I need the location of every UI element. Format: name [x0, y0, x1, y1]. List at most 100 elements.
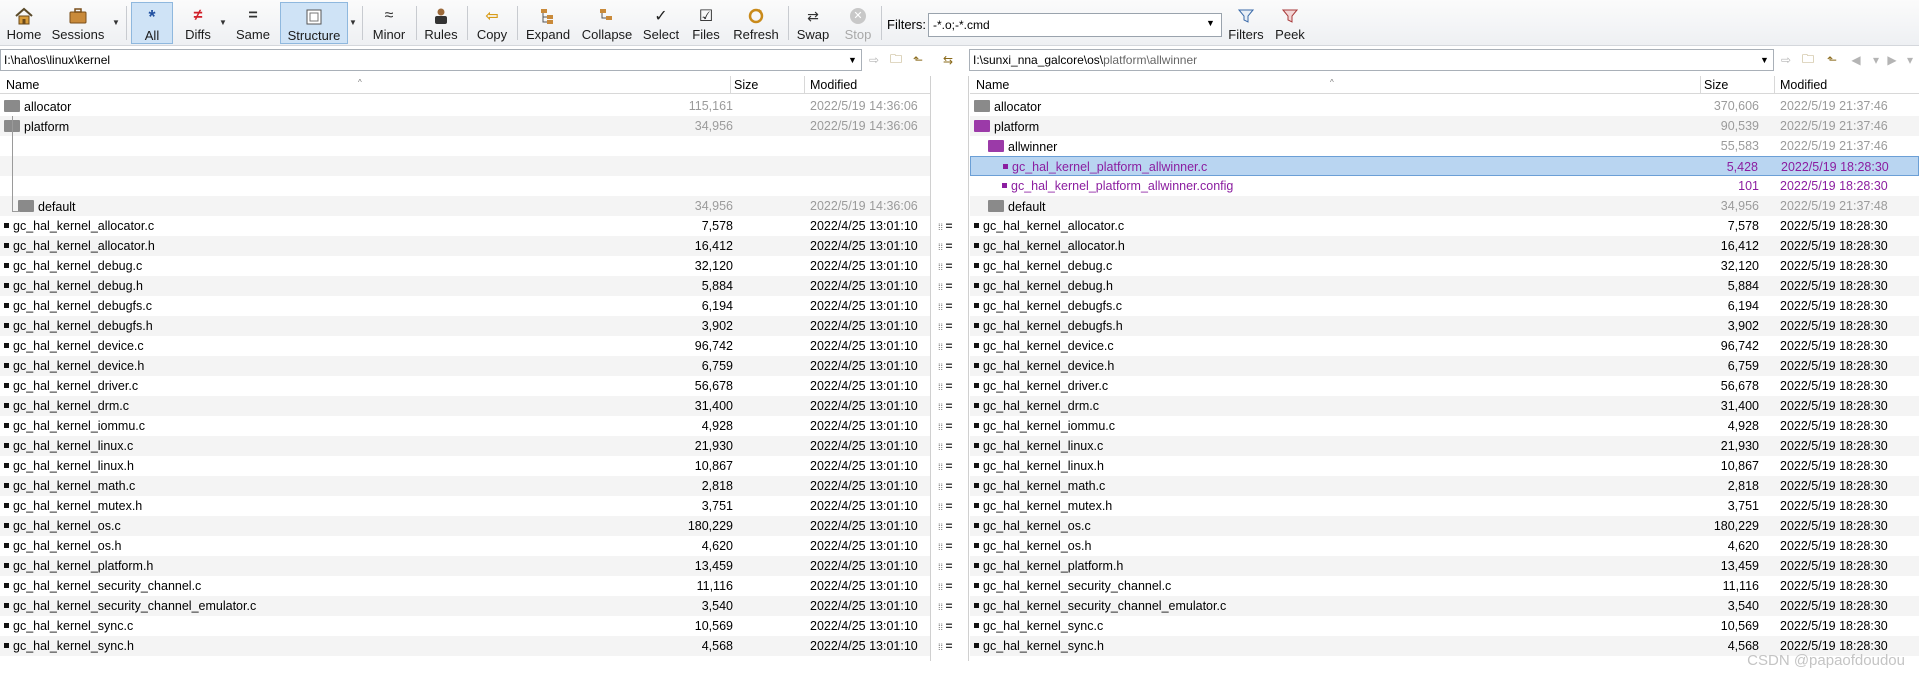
file-row[interactable]: gc_hal_kernel_debug.c 32,120 2022/4/25 13:… [0, 256, 930, 276]
filter-input[interactable] [928, 13, 1222, 37]
file-row[interactable]: gc_hal_kernel_os.c 180,229 2022/4/25 13:01… [0, 516, 930, 536]
file-row[interactable]: gc_hal_kernel_device.c 96,742 2022/5/19 18… [970, 336, 1919, 356]
file-row[interactable]: gc_hal_kernel_platform_allwinner.c 5,428 2… [970, 156, 1919, 176]
file-row[interactable]: gc_hal_kernel_device.h 6,759 2022/4/25 13:… [0, 356, 930, 376]
filter-dropdown-icon[interactable]: ▼ [1206, 18, 1215, 28]
file-row[interactable]: gc_hal_kernel_math.c 2,818 2022/5/19 18:28… [970, 476, 1919, 496]
left-browse-folder-icon[interactable]: 🗀 [886, 50, 906, 70]
select-button[interactable]: ✓ Select [640, 2, 682, 44]
expand-button[interactable]: Expand [522, 2, 574, 44]
same-marker-icon[interactable]: ⁞⁞ = [938, 579, 953, 593]
file-row[interactable]: gc_hal_kernel_mutex.h 3,751 2022/4/25 13:0… [0, 496, 930, 516]
same-button[interactable]: = Same [232, 2, 274, 44]
file-row[interactable]: gc_hal_kernel_debug.h 5,884 2022/5/19 18:2… [970, 276, 1919, 296]
minor-button[interactable]: ≈ Minor [367, 2, 411, 44]
file-row[interactable]: gc_hal_kernel_os.h 4,620 2022/5/19 18:28:3… [970, 536, 1919, 556]
left-header-name[interactable]: Name [6, 78, 39, 92]
same-marker-icon[interactable]: ⁞⁞ = [938, 619, 953, 633]
same-marker-icon[interactable]: ⁞⁞ = [938, 219, 953, 233]
file-row[interactable]: gc_hal_kernel_linux.c 21,930 2022/5/19 18:… [970, 436, 1919, 456]
file-row[interactable]: gc_hal_kernel_iommu.c 4,928 2022/5/19 18:2… [970, 416, 1919, 436]
diffs-button[interactable]: ≠ Diffs [178, 2, 218, 44]
folder-row[interactable]: allwinner 55,583 2022/5/19 21:37:46 [970, 136, 1919, 156]
file-row[interactable]: gc_hal_kernel_debug.c 32,120 2022/5/19 18:… [970, 256, 1919, 276]
file-row[interactable]: gc_hal_kernel_drm.c 31,400 2022/4/25 13:01… [0, 396, 930, 416]
stop-button[interactable]: ✕ Stop [838, 2, 878, 44]
same-marker-icon[interactable]: ⁞⁞ = [938, 519, 953, 533]
folder-row[interactable]: default 34,956 2022/5/19 21:37:48 [970, 196, 1919, 216]
same-marker-icon[interactable]: ⁞⁞ = [938, 419, 953, 433]
copy-button[interactable]: ⇦ Copy [472, 2, 512, 44]
same-marker-icon[interactable]: ⁞⁞ = [938, 399, 953, 413]
rules-button[interactable]: Rules [420, 2, 462, 44]
file-row[interactable]: gc_hal_kernel_debugfs.c 6,194 2022/4/25 13… [0, 296, 930, 316]
same-marker-icon[interactable]: ⁞⁞ = [938, 599, 953, 613]
same-marker-icon[interactable]: ⁞⁞ = [938, 639, 953, 653]
right-path-dropdown-icon[interactable]: ▼ [1760, 55, 1769, 65]
folder-row[interactable]: default 34,956 2022/5/19 14:36:06 [0, 196, 930, 216]
filters-button[interactable]: Filters [1226, 2, 1266, 44]
sessions-dropdown-icon[interactable]: ▼ [112, 18, 120, 27]
nav-back-icon[interactable]: ◀ [1846, 50, 1866, 70]
file-row[interactable]: gc_hal_kernel_security_channel.c 11,116 20… [970, 576, 1919, 596]
file-row[interactable]: gc_hal_kernel_security_channel_emulator.… [0, 596, 930, 616]
file-row[interactable]: gc_hal_kernel_device.h 6,759 2022/5/19 18:… [970, 356, 1919, 376]
same-marker-icon[interactable]: ⁞⁞ = [938, 479, 953, 493]
folder-row[interactable]: platform 90,539 2022/5/19 21:37:46 [970, 116, 1919, 136]
file-row[interactable]: gc_hal_kernel_os.c 180,229 2022/5/19 18:28… [970, 516, 1919, 536]
file-row[interactable]: gc_hal_kernel_device.c 96,742 2022/4/25 13… [0, 336, 930, 356]
left-history-icon[interactable]: ⇨ [864, 50, 884, 70]
refresh-button[interactable]: Refresh [730, 2, 782, 44]
home-button[interactable]: Home [4, 2, 44, 44]
same-marker-icon[interactable]: ⁞⁞ = [938, 239, 953, 253]
peek-button[interactable]: Peek [1270, 2, 1310, 44]
file-row[interactable]: gc_hal_kernel_linux.c 21,930 2022/4/25 13:… [0, 436, 930, 456]
file-row[interactable]: gc_hal_kernel_debugfs.h 3,902 2022/5/19 18… [970, 316, 1919, 336]
column-divider[interactable] [804, 76, 805, 94]
same-marker-icon[interactable]: ⁞⁞ = [938, 499, 953, 513]
left-header-modified[interactable]: Modified [810, 78, 857, 92]
same-marker-icon[interactable]: ⁞⁞ = [938, 439, 953, 453]
file-row[interactable]: gc_hal_kernel_debugfs.c 6,194 2022/5/19 18… [970, 296, 1919, 316]
file-row[interactable]: gc_hal_kernel_os.h 4,620 2022/4/25 13:01:1… [0, 536, 930, 556]
all-button[interactable]: * All [131, 2, 173, 44]
same-marker-icon[interactable]: ⁞⁞ = [938, 279, 953, 293]
column-divider[interactable] [1700, 76, 1701, 94]
column-divider[interactable] [1774, 76, 1775, 94]
file-row[interactable]: gc_hal_kernel_platform.h 13,459 2022/4/25 … [0, 556, 930, 576]
sessions-button[interactable]: Sessions [50, 2, 106, 44]
file-row[interactable]: gc_hal_kernel_driver.c 56,678 2022/4/25 13… [0, 376, 930, 396]
file-row[interactable]: gc_hal_kernel_platform.h 13,459 2022/5/19 … [970, 556, 1919, 576]
file-row[interactable]: gc_hal_kernel_platform_allwinner.config 1… [970, 176, 1919, 196]
folder-row[interactable]: allocator 370,606 2022/5/19 21:37:46 [970, 96, 1919, 116]
swap-paths-icon[interactable]: ⇆ [938, 50, 958, 70]
file-row[interactable]: gc_hal_kernel_security_channel.c 11,116 20… [0, 576, 930, 596]
file-row[interactable]: gc_hal_kernel_drm.c 31,400 2022/5/19 18:28… [970, 396, 1919, 416]
right-header-name[interactable]: Name [976, 78, 1009, 92]
file-row[interactable]: gc_hal_kernel_linux.h 10,867 2022/5/19 18:… [970, 456, 1919, 476]
file-row[interactable]: gc_hal_kernel_math.c 2,818 2022/4/25 13:01… [0, 476, 930, 496]
column-divider[interactable] [730, 76, 731, 94]
folder-row[interactable]: allocator 115,161 2022/5/19 14:36:06 [0, 96, 930, 116]
file-row[interactable]: gc_hal_kernel_allocator.h 16,412 2022/5/19… [970, 236, 1919, 256]
file-row[interactable]: gc_hal_kernel_debugfs.h 3,902 2022/4/25 13… [0, 316, 930, 336]
right-history-icon[interactable]: ⇨ [1776, 50, 1796, 70]
file-row[interactable]: gc_hal_kernel_sync.h 4,568 2022/4/25 13:01… [0, 636, 930, 656]
same-marker-icon[interactable]: ⁞⁞ = [938, 339, 953, 353]
left-path-dropdown-icon[interactable]: ▼ [848, 55, 857, 65]
same-marker-icon[interactable]: ⁞⁞ = [938, 299, 953, 313]
same-marker-icon[interactable]: ⁞⁞ = [938, 379, 953, 393]
left-path-field[interactable]: I:\hal\os\linux\kernel [0, 49, 862, 71]
left-up-folder-icon[interactable]: ⬑ [908, 50, 928, 70]
file-row[interactable]: gc_hal_kernel_allocator.c 7,578 2022/5/19 … [970, 216, 1919, 236]
right-path-field[interactable]: I:\sunxi_nna_galcore\os\platform\allwinn… [969, 49, 1774, 71]
file-row[interactable]: gc_hal_kernel_allocator.c 7,578 2022/4/25 … [0, 216, 930, 236]
file-row[interactable]: gc_hal_kernel_sync.c 10,569 2022/4/25 13:0… [0, 616, 930, 636]
same-marker-icon[interactable]: ⁞⁞ = [938, 559, 953, 573]
right-header-size[interactable]: Size [1704, 78, 1728, 92]
nav-forward-dropdown-icon[interactable]: ▾ [1900, 50, 1919, 70]
files-button[interactable]: ☑ Files [688, 2, 724, 44]
swap-button[interactable]: ⇄ Swap [793, 2, 833, 44]
left-header-size[interactable]: Size [734, 78, 758, 92]
file-row[interactable]: gc_hal_kernel_mutex.h 3,751 2022/5/19 18:2… [970, 496, 1919, 516]
